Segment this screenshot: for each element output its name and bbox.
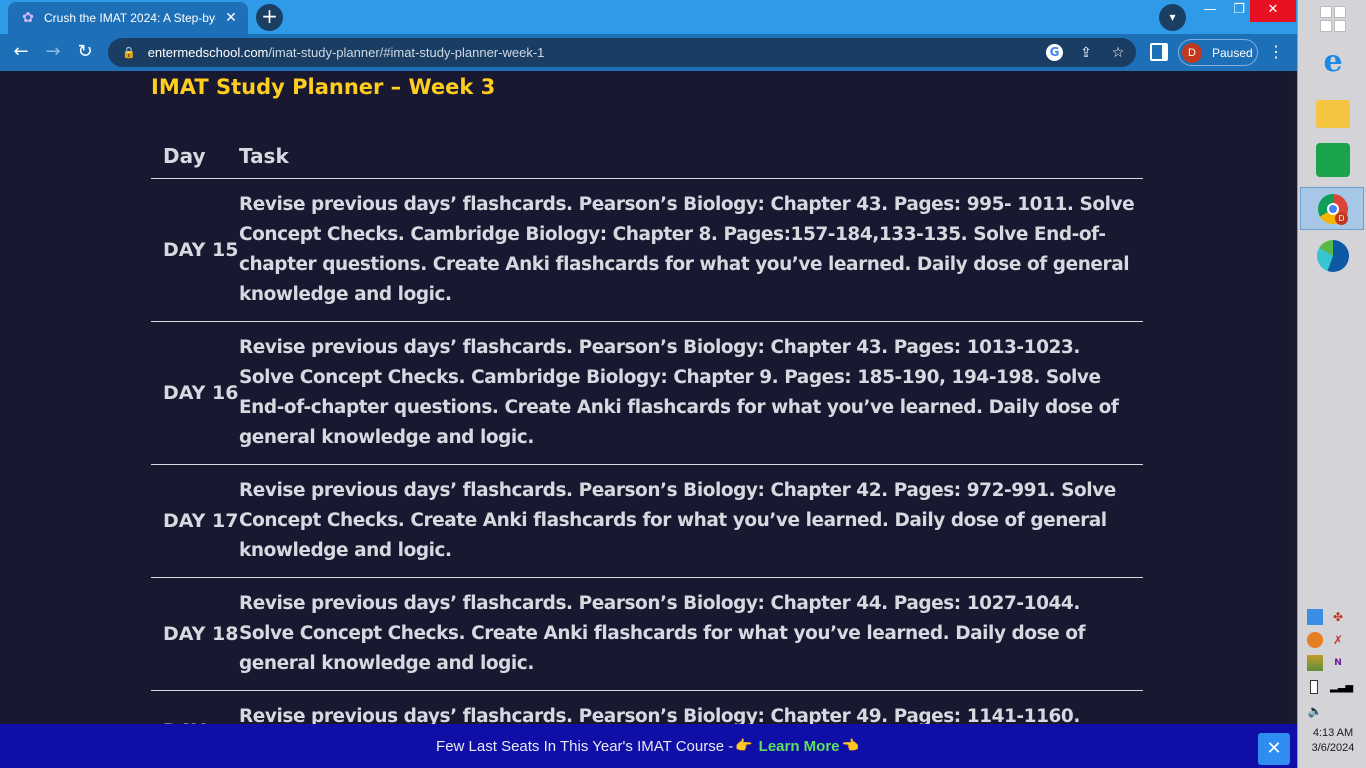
profile-badge: D <box>1335 212 1348 225</box>
task-cell: Revise previous days’ flashcards. Pearso… <box>239 706 1080 724</box>
tray-chrome-icon[interactable] <box>1307 632 1323 648</box>
address-bar[interactable]: 🔒 entermedschool.com/imat-study-planner/… <box>108 38 1136 67</box>
learn-more-link[interactable]: Learn More <box>759 738 840 755</box>
windows-taskbar: e D ✤ ✗ N ▂▃▅ 🔈 4:13 AM 3/6/2024 <box>1297 0 1366 768</box>
volume-icon[interactable]: 🔈 <box>1307 703 1323 719</box>
table-row: DAY 16 Revise previous days’ flashcards.… <box>151 322 1143 465</box>
table-row: DAY Revise previous days’ flashcards. Pe… <box>151 691 1143 724</box>
tray-network-icon[interactable]: ✤ <box>1330 609 1346 625</box>
bookmark-star-icon[interactable]: ☆ <box>1108 43 1128 63</box>
signal-icon[interactable]: ▂▃▅ <box>1330 680 1353 696</box>
profile-button[interactable]: D Paused <box>1178 39 1258 66</box>
clock-date: 3/6/2024 <box>1311 742 1355 754</box>
url-text[interactable]: entermedschool.com/imat-study-planner/#i… <box>148 45 545 60</box>
tray-app-icon[interactable] <box>1307 609 1323 625</box>
day-cell: DAY <box>151 702 239 724</box>
clock-time: 4:13 AM <box>1312 727 1354 739</box>
new-tab-button[interactable]: + <box>256 4 283 31</box>
tab-search-button[interactable]: ▾ <box>1159 4 1186 31</box>
edge-icon[interactable] <box>1317 240 1349 272</box>
table-row: DAY 15 Revise previous days’ flashcards.… <box>151 179 1143 322</box>
tab-strip: ✿ Crush the IMAT 2024: A Step-by-Step ✕ … <box>0 0 1297 34</box>
page-title: IMAT Study Planner – Week 3 <box>151 75 496 99</box>
file-explorer-icon[interactable] <box>1316 100 1350 128</box>
study-planner-table: Day Task DAY 15 Revise previous days’ fl… <box>151 133 1143 724</box>
promo-text: Few Last Seats In This Year's IMAT Cours… <box>436 737 734 755</box>
side-panel-icon[interactable] <box>1150 43 1168 61</box>
task-cell: Revise previous days’ flashcards. Pearso… <box>239 480 1116 561</box>
window-close-button[interactable]: ✕ <box>1250 0 1296 22</box>
day-cell: DAY 18 <box>163 623 239 645</box>
battery-icon[interactable] <box>1310 680 1318 694</box>
task-cell: Revise previous days’ flashcards. Pearso… <box>239 194 1135 305</box>
url-host: entermedschool.com <box>147 45 269 60</box>
profile-status: Paused <box>1212 45 1253 60</box>
brain-icon: ✿ <box>22 10 34 26</box>
header-day: Day <box>163 143 206 168</box>
store-icon[interactable] <box>1316 143 1350 177</box>
day-cell: DAY 16 <box>163 382 239 404</box>
browser-window: ✿ Crush the IMAT 2024: A Step-by-Step ✕ … <box>0 0 1297 768</box>
lock-icon[interactable]: 🔒 <box>122 46 136 59</box>
internet-explorer-icon[interactable]: e <box>1316 45 1350 79</box>
google-lens-icon[interactable]: G <box>1046 44 1063 61</box>
promo-close-button[interactable]: ✕ <box>1258 733 1290 765</box>
day-cell: DAY 17 <box>163 510 239 532</box>
reload-button[interactable]: ↻ <box>72 40 98 66</box>
pointing-right-icon: 👉 <box>735 738 753 754</box>
browser-toolbar: ← → ↻ 🔒 entermedschool.com/imat-study-pl… <box>0 34 1297 71</box>
table-header: Day Task <box>151 133 1143 179</box>
windows-start-icon[interactable] <box>1320 6 1346 32</box>
tray-sync-icon[interactable]: ✗ <box>1330 632 1346 648</box>
promo-banner: Few Last Seats In This Year's IMAT Cours… <box>0 724 1297 768</box>
forward-button[interactable]: → <box>40 40 66 66</box>
tab-active[interactable]: ✿ Crush the IMAT 2024: A Step-by-Step ✕ <box>8 2 248 34</box>
share-icon[interactable]: ⇪ <box>1076 43 1096 63</box>
scrollbar[interactable] <box>1290 71 1297 724</box>
pointing-left-icon: 👈 <box>841 738 859 754</box>
tray-stack-icon[interactable] <box>1307 655 1323 671</box>
close-icon[interactable]: ✕ <box>222 10 240 26</box>
tray-nz-icon[interactable]: N <box>1330 655 1346 671</box>
table-row: DAY 18 Revise previous days’ flashcards.… <box>151 578 1143 691</box>
system-clock[interactable]: 4:13 AM 3/6/2024 <box>1302 726 1364 756</box>
url-path: /imat-study-planner/#imat-study-planner-… <box>268 45 545 60</box>
tab-title: Crush the IMAT 2024: A Step-by-Step <box>44 11 216 25</box>
browser-menu-icon[interactable]: ⋮ <box>1266 41 1286 63</box>
chrome-taskbar-icon[interactable]: D <box>1300 187 1364 230</box>
avatar: D <box>1182 42 1202 63</box>
table-row: DAY 17 Revise previous days’ flashcards.… <box>151 465 1143 578</box>
header-task: Task <box>239 143 289 168</box>
task-cell: Revise previous days’ flashcards. Pearso… <box>239 337 1119 448</box>
back-button[interactable]: ← <box>8 40 34 66</box>
task-cell: Revise previous days’ flashcards. Pearso… <box>239 593 1086 674</box>
day-cell: DAY 15 <box>163 239 239 261</box>
page-content: IMAT Study Planner – Week 3 Day Task DAY… <box>0 71 1297 724</box>
